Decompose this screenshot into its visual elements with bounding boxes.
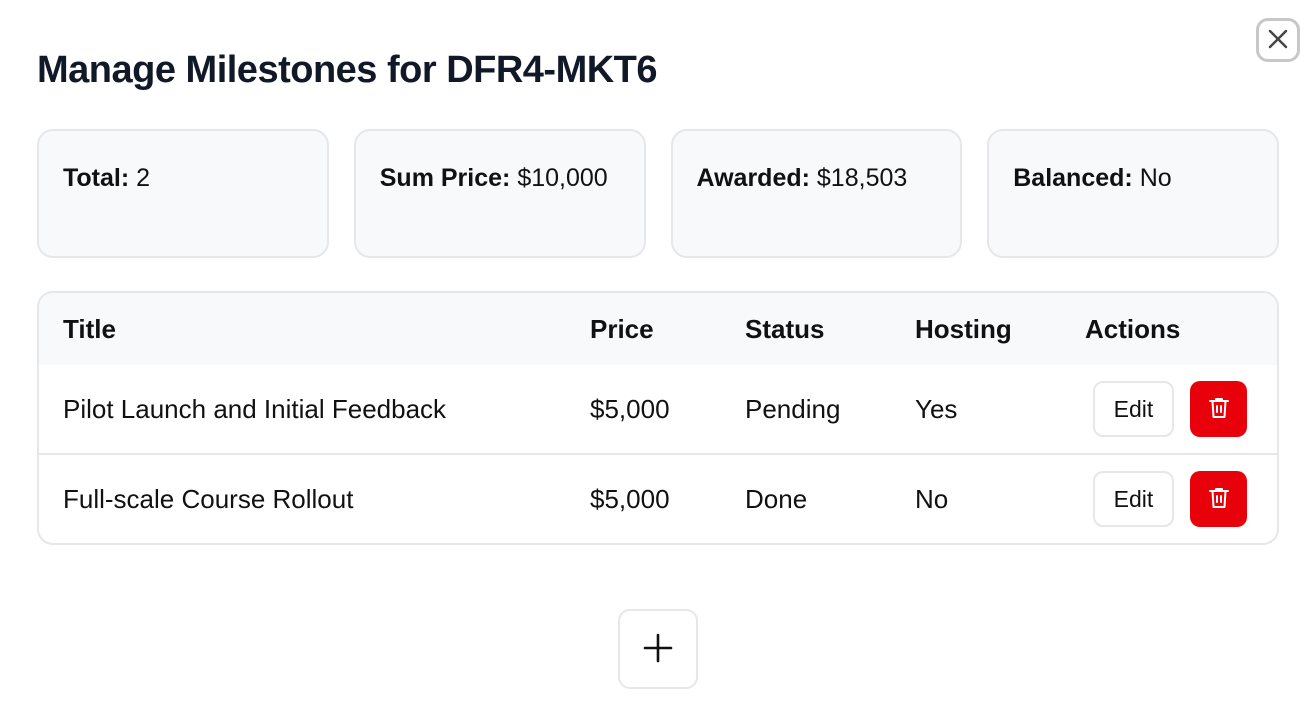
cell-status: Pending [745, 393, 841, 424]
stat-card-awarded: Awarded: $18,503 [670, 129, 963, 258]
cell-actions: Edit [1085, 453, 1277, 543]
cell-price: $5,000 [590, 393, 670, 424]
stat-card-sum-price: Sum Price: $10,000 [353, 129, 646, 258]
table-header-row: Title Price Status Hosting Actions [39, 293, 1277, 365]
stat-value: $10,000 [517, 164, 608, 192]
table-row: Full-scale Course Rollout $5,000 Done No… [39, 453, 1277, 543]
stat-value: No [1139, 164, 1172, 192]
column-header-price: Price [590, 313, 654, 344]
cell-hosting: Yes [915, 393, 958, 424]
page-title: Manage Milestones for DFR4-MKT6 [37, 49, 658, 91]
stat-label: Total: [63, 164, 130, 192]
stat-card-balanced: Balanced: No [987, 129, 1279, 258]
plus-icon [643, 633, 673, 666]
milestones-table: Title Price Status Hosting Actions Pilot… [39, 293, 1277, 543]
edit-button[interactable]: Edit [1093, 381, 1174, 437]
manage-milestones-modal: Manage Milestones for DFR4-MKT6 Total: 2… [0, 0, 1314, 708]
edit-button[interactable]: Edit [1093, 471, 1174, 527]
stat-value: 2 [136, 164, 151, 192]
trash-icon [1208, 396, 1230, 423]
delete-button[interactable] [1190, 471, 1247, 527]
cell-hosting: No [915, 453, 1085, 543]
close-icon [1267, 28, 1289, 53]
cell-status: Done [745, 453, 915, 543]
stat-label: Sum Price: [379, 164, 511, 192]
cell-title: Full-scale Course Rollout [39, 453, 590, 543]
trash-icon [1208, 486, 1230, 513]
milestones-table-container: Title Price Status Hosting Actions Pilot… [37, 291, 1279, 545]
stat-card-total: Total: 2 [37, 129, 329, 258]
table-row: Pilot Launch and Initial Feedback $5,000… [39, 365, 1277, 454]
add-milestone-button[interactable] [618, 609, 698, 689]
cell-title: Pilot Launch and Initial Feedback [63, 393, 447, 424]
delete-button[interactable] [1190, 381, 1247, 437]
column-header-status: Status [745, 313, 825, 344]
cell-actions: Edit [1085, 365, 1277, 454]
column-header-title: Title [63, 313, 116, 344]
stats-row: Total: 2 Sum Price: $10,000 Awarded: $18… [37, 129, 1279, 258]
row-actions: Edit [1085, 381, 1277, 437]
row-actions: Edit [1085, 471, 1277, 527]
close-button[interactable] [1256, 18, 1300, 62]
stat-label: Balanced: [1013, 164, 1133, 192]
stat-label: Awarded: [696, 164, 810, 192]
column-header-hosting: Hosting [915, 313, 1012, 344]
column-header-actions: Actions [1085, 313, 1181, 344]
stat-value: $18,503 [816, 164, 908, 192]
cell-price: $5,000 [590, 453, 745, 543]
